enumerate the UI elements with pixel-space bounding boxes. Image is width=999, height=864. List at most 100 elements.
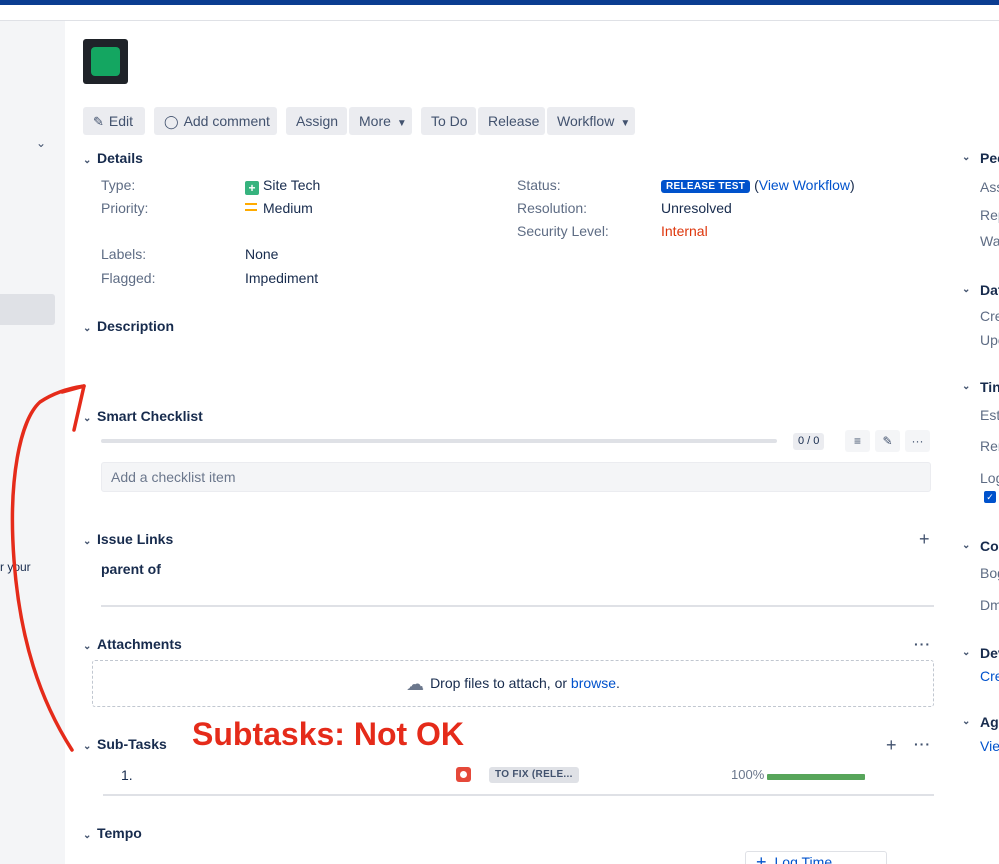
add-link-plus-icon[interactable]: + [919, 529, 930, 550]
reporter-label: Rep [980, 207, 999, 223]
add-comment-button[interactable]: ◯ Add comment [154, 107, 277, 135]
tempo-heading: Tempo [97, 825, 142, 841]
attachments-more-icon[interactable]: ··· [914, 636, 931, 652]
chevron-down-icon[interactable]: ⌄ [36, 136, 46, 150]
status-label: Status: [517, 177, 561, 193]
checklist-count: 0 / 0 [793, 433, 825, 450]
subtasks-divider [103, 794, 934, 796]
edit-button[interactable]: ✎ Edit [83, 107, 145, 135]
labels-label: Labels: [101, 246, 147, 262]
progress-percent: 100% [731, 767, 765, 782]
header-divider [0, 20, 999, 21]
collaborator-2: Dm [980, 597, 999, 613]
project-avatar-icon[interactable] [83, 39, 128, 84]
collaborator-1: Bog [980, 565, 999, 581]
security-level-label: Security Level: [517, 223, 609, 239]
details-heading: Details [97, 150, 143, 166]
security-level-value: Internal [661, 223, 708, 239]
chevron-down-icon: ⌄ [83, 413, 92, 424]
description-heading: Description [97, 318, 175, 334]
link-relation-label: parent of [101, 561, 161, 577]
chevron-down-icon: ⌄ [83, 323, 92, 334]
chevron-down-icon[interactable]: ⌄ [962, 381, 970, 392]
collaborators-heading: Col [980, 538, 999, 554]
cloud-upload-icon: ☁ [406, 674, 425, 694]
more-button[interactable]: More ▼ [349, 107, 412, 135]
workflow-label: Workflow [557, 113, 615, 129]
chevron-down-icon[interactable]: ⌄ [962, 284, 970, 295]
labels-value: None [245, 246, 279, 262]
chevron-down-icon[interactable]: ⌄ [962, 647, 970, 658]
attachment-dropzone[interactable]: ☁ Drop files to attach, or browse. [92, 660, 934, 707]
updated-label: Upo [980, 332, 999, 348]
create-branch-link[interactable]: Cre [980, 668, 999, 684]
subtasks-more-icon[interactable]: ··· [914, 736, 931, 752]
priority-medium-icon [245, 203, 257, 211]
smart-checklist-section-toggle[interactable]: ⌄ Smart Checklist [83, 408, 203, 424]
pencil-icon[interactable]: ✎ [875, 430, 900, 452]
drop-text: Drop files to attach, or [430, 675, 571, 691]
sidebar-selected-item[interactable] [0, 294, 55, 325]
issue-links-divider [101, 605, 934, 607]
smart-checklist-heading: Smart Checklist [97, 408, 203, 424]
workflow-button[interactable]: Workflow ▼ [547, 107, 635, 135]
include-subtasks-checkbox[interactable]: ✓ [984, 491, 996, 503]
log-time-button[interactable]: + Log Time [745, 851, 887, 864]
remaining-label: Rer [980, 438, 999, 454]
status-lozenge[interactable]: TO FIX (RELE... [489, 767, 579, 783]
description-section-toggle[interactable]: ⌄ Description [83, 318, 174, 334]
view-workflow-link[interactable]: View Workflow [759, 177, 850, 193]
chevron-down-icon: ⌄ [83, 641, 92, 652]
log-time-label: Log Time [774, 854, 833, 864]
add-comment-label: Add comment [183, 113, 270, 129]
type-label: Type: [101, 177, 136, 193]
comment-icon: ◯ [164, 114, 179, 129]
chevron-down-icon[interactable]: ⌄ [962, 152, 970, 163]
bug-icon [456, 767, 471, 782]
chevron-down-icon[interactable]: ⌄ [962, 716, 970, 727]
details-section-toggle[interactable]: ⌄ Details [83, 150, 143, 166]
add-subtask-plus-icon[interactable]: + [886, 735, 897, 756]
subtasks-heading: Sub-Tasks [97, 736, 167, 752]
plus-icon: + [756, 852, 767, 864]
dates-heading: Dat [980, 282, 999, 298]
view-board-link[interactable]: Vie [980, 738, 999, 754]
attachments-heading: Attachments [97, 636, 182, 652]
type-value: + Site Tech [245, 177, 320, 195]
checklist-item-input[interactable] [101, 462, 931, 492]
status-value: RELEASE TEST (View Workflow) [661, 177, 855, 193]
attachments-section-toggle[interactable]: ⌄ Attachments [83, 636, 182, 652]
issue-links-section-toggle[interactable]: ⌄ Issue Links [83, 531, 173, 547]
resolution-label: Resolution: [517, 200, 588, 216]
assignee-label: Ass [980, 179, 999, 195]
checklist-progress-bar [101, 439, 777, 443]
top-nav-bar [0, 0, 999, 5]
assign-button[interactable]: Assign [286, 107, 347, 135]
filter-icon[interactable]: ≡ [845, 430, 870, 452]
people-heading: Peo [980, 150, 999, 166]
browse-link[interactable]: browse [571, 675, 616, 691]
agile-heading: Agi [980, 714, 999, 730]
chevron-down-icon: ▼ [620, 118, 631, 129]
created-label: Cre [980, 308, 999, 324]
more-icon[interactable]: ··· [905, 430, 930, 452]
tempo-section-toggle[interactable]: ⌄ Tempo [83, 825, 142, 841]
subtasks-section-toggle[interactable]: ⌄ Sub-Tasks [83, 736, 167, 752]
chevron-down-icon[interactable]: ⌄ [962, 540, 970, 551]
left-sidebar: ⌄ r your [0, 21, 65, 864]
chevron-down-icon: ⌄ [83, 830, 92, 841]
priority-value: Medium [245, 200, 313, 216]
priority-label: Priority: [101, 200, 149, 216]
more-label: More [359, 113, 391, 129]
sidebar-partial-text: r your [0, 560, 31, 574]
subtask-progress-bar [767, 774, 865, 780]
release-button[interactable]: Release [478, 107, 545, 135]
todo-button[interactable]: To Do [421, 107, 476, 135]
site-tech-icon: + [245, 181, 259, 195]
chevron-down-icon: ⌄ [83, 741, 92, 752]
chevron-down-icon: ⌄ [83, 536, 92, 547]
subtask-number: 1. [121, 767, 133, 783]
pencil-icon: ✎ [93, 114, 104, 129]
watchers-label: Wa [980, 233, 999, 249]
logged-label: Log [980, 470, 999, 486]
